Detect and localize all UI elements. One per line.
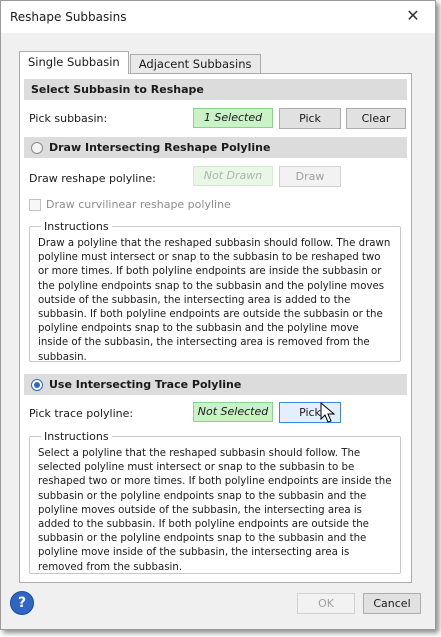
draw-status: Not Drawn	[193, 166, 273, 186]
draw-instructions-group: Instructions Draw a polyline that the re…	[29, 220, 401, 363]
trace-polyline-header-label: Use Intersecting Trace Polyline	[49, 378, 242, 391]
draw-reshape-header[interactable]: Draw Intersecting Reshape Polyline	[24, 137, 407, 158]
curvilinear-label: Draw curvilinear reshape polyline	[46, 198, 231, 211]
pick-subbasin-label: Pick subbasin:	[29, 112, 108, 125]
select-subbasin-header: Select Subbasin to Reshape	[24, 79, 407, 100]
title-bar: Reshape Subbasins ✕	[1, 1, 435, 33]
trace-polyline-header[interactable]: Use Intersecting Trace Polyline	[24, 374, 407, 395]
subbasin-selection-status: 1 Selected	[193, 108, 273, 128]
tab-adjacent-subbasins[interactable]: Adjacent Subbasins	[129, 54, 261, 74]
ok-button[interactable]: OK	[297, 593, 355, 614]
close-icon[interactable]: ✕	[403, 6, 423, 26]
tab-single-subbasin[interactable]: Single Subbasin	[19, 51, 129, 74]
trace-instructions-legend: Instructions	[44, 430, 109, 443]
cancel-button[interactable]: Cancel	[363, 593, 421, 614]
draw-instructions-legend: Instructions	[44, 220, 109, 233]
curvilinear-checkbox[interactable]	[29, 199, 41, 211]
tab-strip: Single Subbasin Adjacent Subbasins	[19, 51, 262, 74]
pick-subbasin-button[interactable]: Pick	[279, 108, 341, 129]
clear-selection-button[interactable]: Clear	[346, 108, 406, 129]
pick-trace-polyline-label: Pick trace polyline:	[29, 407, 134, 420]
draw-reshape-polyline-label: Draw reshape polyline:	[29, 172, 156, 185]
reshape-subbasins-dialog: Reshape Subbasins ✕ Single Subbasin Adja…	[0, 0, 436, 630]
trace-instructions-text: Select a polyline that the reshaped subb…	[38, 448, 392, 573]
single-subbasin-panel: Select Subbasin to Reshape Pick subbasin…	[19, 73, 412, 583]
draw-reshape-header-label: Draw Intersecting Reshape Polyline	[49, 141, 271, 154]
trace-selection-status: Not Selected	[193, 402, 273, 422]
trace-instructions-group: Instructions Select a polyline that the …	[29, 430, 401, 574]
draw-reshape-radio[interactable]	[31, 141, 43, 154]
help-icon[interactable]: ?	[10, 591, 34, 615]
mouse-pointer-icon	[320, 402, 336, 423]
draw-button[interactable]: Draw	[279, 166, 341, 187]
trace-polyline-radio[interactable]	[31, 378, 43, 391]
draw-instructions-text: Draw a polyline that the reshaped subbas…	[38, 238, 391, 363]
window-title: Reshape Subbasins	[10, 10, 127, 24]
